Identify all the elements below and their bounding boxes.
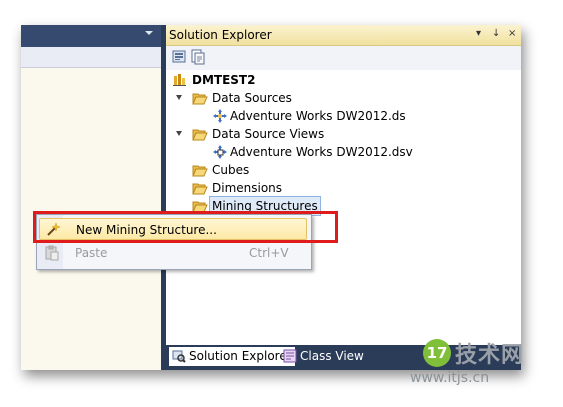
tree-item-label: Data Sources	[212, 91, 292, 105]
project-icon	[172, 72, 188, 93]
editor-title-bar	[21, 25, 161, 47]
close-icon[interactable]: ×	[508, 28, 516, 40]
menu-item-shortcut: Ctrl+V	[249, 246, 289, 260]
class-view-icon	[283, 349, 297, 363]
solution-explorer-toolbar	[166, 46, 521, 70]
tab-solution-explorer[interactable]: Solution Explorer	[169, 347, 295, 366]
tree-item-label: Adventure Works DW2012.dsv	[230, 145, 413, 159]
tree-item-label: Data Source Views	[212, 127, 325, 141]
folder-open-icon	[192, 128, 208, 146]
editor-tab-strip	[21, 47, 161, 68]
paste-icon	[44, 245, 60, 268]
solution-explorer-icon	[172, 350, 186, 363]
tree-item-label: Dimensions	[212, 181, 283, 195]
folder-icon	[192, 182, 208, 200]
tab-label: Solution Explorer	[189, 349, 292, 363]
solution-tree: DMTEST2 Data Sources Adventure Works DW2…	[166, 70, 521, 345]
menu-item-label: Paste	[75, 246, 108, 260]
properties-icon[interactable]	[172, 49, 188, 65]
expand-arrow-icon[interactable]	[176, 131, 182, 136]
panel-title: Solution Explorer	[169, 28, 272, 42]
expand-arrow-icon[interactable]	[176, 95, 182, 100]
tree-item-label: Cubes	[212, 163, 250, 177]
tab-class-view[interactable]: Class View	[280, 347, 384, 366]
pin-icon[interactable]: ↓	[492, 28, 500, 40]
chevron-down-icon[interactable]	[145, 31, 153, 35]
watermark-brand: 技术网	[455, 343, 525, 368]
tree-item-label: Adventure Works DW2012.ds	[230, 109, 406, 123]
tree-item-label: DMTEST2	[192, 73, 256, 87]
watermark-badge: 17	[423, 339, 451, 367]
annotation-highlight-box	[33, 211, 338, 243]
tab-label: Class View	[300, 349, 364, 363]
solution-explorer-title-bar: Solution Explorer ▾ ↓ ×	[166, 25, 521, 46]
ide-window: Solution Explorer ▾ ↓ × DMTEST2 Data Sou…	[21, 25, 521, 370]
show-all-files-icon[interactable]	[190, 49, 206, 65]
menu-item-paste[interactable]: Paste Ctrl+V	[39, 242, 307, 264]
folder-icon	[192, 164, 208, 182]
watermark-url: www.itjs.cn	[410, 370, 490, 386]
folder-open-icon	[192, 92, 208, 110]
chevron-down-icon[interactable]: ▾	[476, 28, 481, 40]
